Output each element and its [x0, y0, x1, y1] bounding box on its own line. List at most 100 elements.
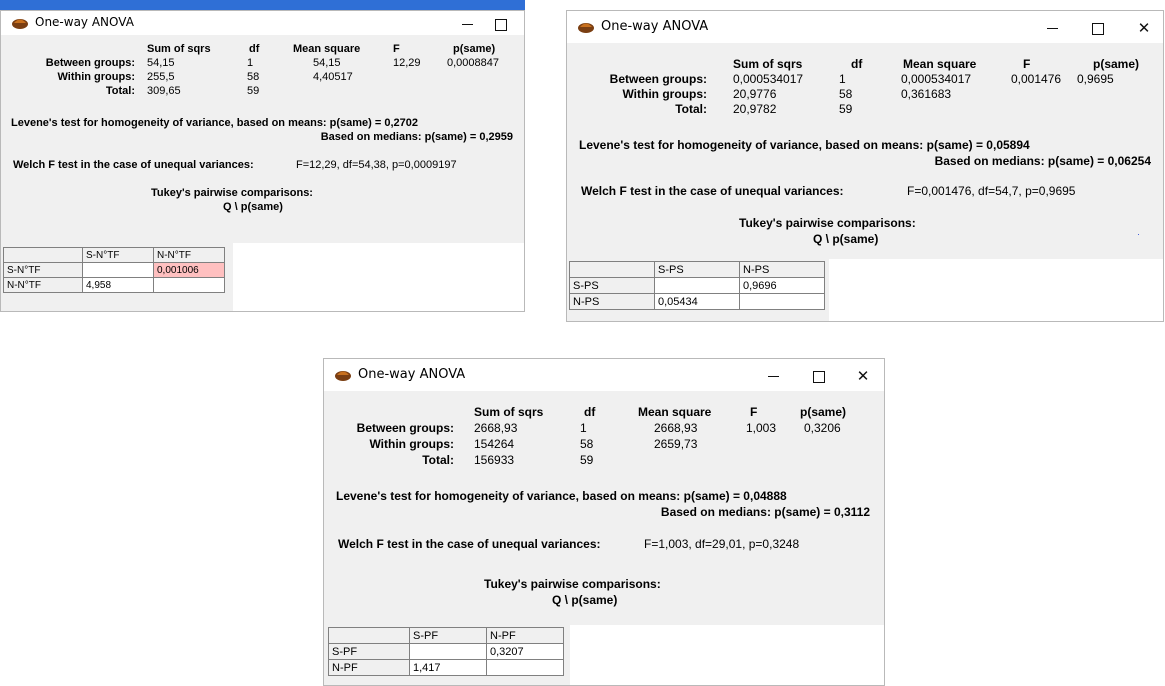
row-label-between: Between groups:	[45, 57, 135, 69]
minimize-icon[interactable]	[456, 13, 478, 35]
grid-col-header[interactable]: S-N°TF	[82, 247, 154, 263]
grid-row-header[interactable]: N-PS	[569, 293, 655, 310]
within-ms: 0,361683	[901, 87, 952, 101]
between-p: 0,0008847	[447, 57, 499, 69]
tukey-subtitle: Q \ p(same)	[813, 232, 879, 246]
maximize-icon[interactable]	[1087, 17, 1109, 39]
anova-window-1: One-way ANOVA Sum of sqrs df Mean square…	[0, 10, 525, 312]
grid-col-header[interactable]: N-N°TF	[153, 247, 225, 263]
grid-cell[interactable]	[153, 277, 225, 293]
grid-background	[829, 259, 1163, 321]
between-ms: 54,15	[313, 57, 341, 69]
within-df: 58	[247, 71, 260, 83]
between-df: 1	[580, 421, 587, 435]
window-title: One-way ANOVA	[358, 367, 466, 382]
maximize-icon[interactable]	[808, 365, 830, 387]
grid-col-header[interactable]: S-PF	[409, 627, 487, 644]
grid-cell-highlighted[interactable]: 0,001006	[153, 262, 225, 278]
between-ss: 2668,93	[474, 421, 518, 435]
header-mean-square: Mean square	[638, 405, 712, 419]
grid-cell[interactable]	[82, 262, 154, 278]
header-p-same: p(same)	[1093, 57, 1140, 71]
header-f: F	[750, 405, 758, 419]
within-ms: 4,40517	[313, 71, 353, 83]
app-icon	[335, 371, 351, 381]
grid-cell[interactable]	[486, 659, 564, 676]
grid-row-header[interactable]: S-PF	[328, 643, 410, 660]
title-bar[interactable]: One-way ANOVA ✕	[567, 11, 1163, 43]
within-ss: 255,5	[147, 71, 175, 83]
header-sum-of-sqrs: Sum of sqrs	[147, 43, 211, 55]
title-bar[interactable]: One-way ANOVA ✕	[324, 359, 884, 391]
total-ss: 156933	[474, 453, 515, 467]
grid-col-header[interactable]: N-PS	[739, 261, 825, 278]
welch-label: Welch F test in the case of unequal vari…	[338, 537, 601, 551]
maximize-icon[interactable]	[490, 13, 512, 35]
within-ms: 2659,73	[654, 437, 698, 451]
anova-window-3: One-way ANOVA ✕ Sum of sqrs df Mean squa…	[323, 358, 885, 686]
grid-cell[interactable]: 1,417	[409, 659, 487, 676]
between-ss: 54,15	[147, 57, 175, 69]
row-label-total: Total:	[675, 102, 707, 116]
header-mean-square: Mean square	[293, 43, 361, 55]
between-df: 1	[839, 72, 846, 86]
header-sum-of-sqrs: Sum of sqrs	[733, 57, 803, 71]
grid-corner	[328, 627, 410, 644]
grid-row-header[interactable]: N-N°TF	[3, 277, 83, 293]
tukey-subtitle: Q \ p(same)	[552, 593, 618, 607]
row-label-within: Within groups:	[369, 437, 454, 451]
tukey-grid[interactable]: S-PS N-PS S-PS 0,9696 N-PS 0,05434	[569, 261, 825, 310]
minimize-icon[interactable]	[762, 365, 784, 387]
total-ss: 20,9782	[733, 102, 777, 116]
between-df: 1	[247, 57, 254, 69]
within-df: 58	[580, 437, 594, 451]
between-f: 1,003	[746, 421, 777, 435]
levene-medians-text: Based on medians: p(same) = 0,06254	[934, 154, 1151, 168]
total-df: 59	[247, 85, 260, 97]
grid-col-header[interactable]: N-PF	[486, 627, 564, 644]
close-icon[interactable]: ✕	[1133, 17, 1155, 39]
grid-cell[interactable]	[654, 277, 740, 294]
tukey-subtitle: Q \ p(same)	[223, 201, 283, 213]
grid-cell[interactable]	[739, 293, 825, 310]
between-f: 0,001476	[1011, 72, 1062, 86]
minimize-icon[interactable]	[1041, 17, 1063, 39]
levene-means-text: Levene's test for homogeneity of varianc…	[579, 138, 1030, 152]
grid-cell[interactable]	[409, 643, 487, 660]
levene-medians-text: Based on medians: p(same) = 0,2959	[320, 131, 513, 143]
app-icon	[12, 19, 28, 29]
grid-cell[interactable]: 0,05434	[654, 293, 740, 310]
between-ms: 0,000534017	[901, 72, 972, 86]
within-ss: 154264	[474, 437, 515, 451]
tukey-title: Tukey's pairwise comparisons:	[151, 187, 313, 199]
grid-row-header[interactable]: N-PF	[328, 659, 410, 676]
levene-means-text: Levene's test for homogeneity of varianc…	[336, 489, 787, 503]
header-df: df	[249, 43, 260, 55]
within-df: 58	[839, 87, 853, 101]
welch-value: F=0,001476, df=54,7, p=0,9695	[907, 184, 1076, 198]
grid-cell[interactable]: 4,958	[82, 277, 154, 293]
tukey-grid[interactable]: S-PF N-PF S-PF 0,3207 N-PF 1,417	[328, 627, 564, 676]
levene-means-text: Levene's test for homogeneity of varianc…	[11, 117, 419, 129]
welch-value: F=12,29, df=54,38, p=0,0009197	[296, 159, 457, 171]
between-ms: 2668,93	[654, 421, 698, 435]
between-p: 0,3206	[804, 421, 841, 435]
between-f: 12,29	[393, 57, 421, 69]
grid-cell[interactable]: 0,9696	[739, 277, 825, 294]
within-ss: 20,9776	[733, 87, 777, 101]
tukey-grid[interactable]: S-N°TF N-N°TF S-N°TF 0,001006 N-N°TF 4,9…	[3, 247, 225, 293]
grid-cell[interactable]: 0,3207	[486, 643, 564, 660]
grid-row-header[interactable]: S-PS	[569, 277, 655, 294]
close-icon[interactable]: ✕	[852, 365, 874, 387]
between-p: 0,9695	[1077, 72, 1114, 86]
results-panel: Sum of sqrs df Mean square F p(same) Bet…	[324, 391, 884, 623]
row-label-total: Total:	[422, 453, 454, 467]
grid-row-header[interactable]: S-N°TF	[3, 262, 83, 278]
grid-col-header[interactable]: S-PS	[654, 261, 740, 278]
grid-background	[570, 625, 884, 685]
window-title: One-way ANOVA	[35, 15, 134, 29]
app-icon	[578, 23, 594, 33]
title-bar[interactable]: One-way ANOVA	[1, 11, 524, 35]
anova-window-2: One-way ANOVA ✕ Sum of sqrs df Mean squa…	[566, 10, 1164, 322]
welch-label: Welch F test in the case of unequal vari…	[13, 159, 254, 171]
